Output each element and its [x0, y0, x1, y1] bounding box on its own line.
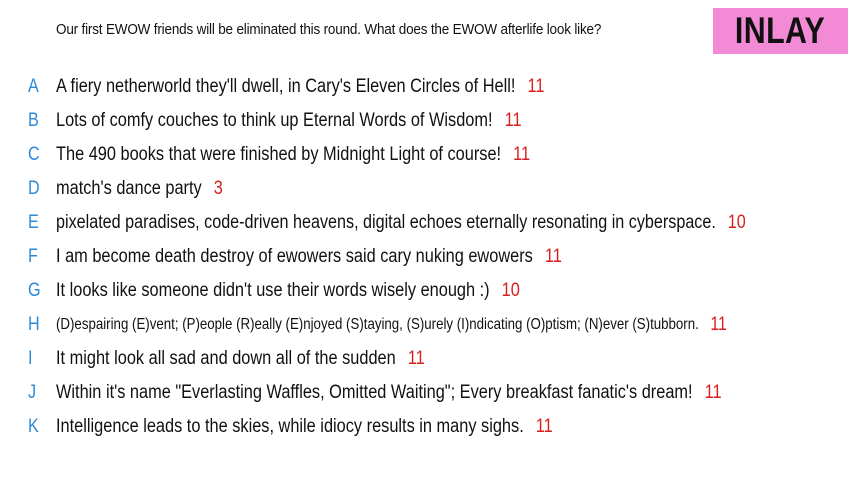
entry-text: pixelated paradises, code-driven heavens…: [56, 212, 716, 233]
entry-count: 11: [710, 314, 727, 335]
entry-letter: B: [28, 110, 39, 131]
entry-text: It looks like someone didn't use their w…: [56, 280, 490, 301]
entry-text: A fiery netherworld they'll dwell, in Ca…: [56, 76, 516, 97]
entry-count: 11: [544, 246, 562, 267]
entry-text: I am become death destroy of ewowers sai…: [56, 246, 533, 267]
entry-count: 11: [513, 144, 531, 165]
entry-letter: C: [28, 144, 40, 165]
entry-count: 11: [527, 76, 545, 97]
entry-letter: E: [28, 212, 39, 233]
entry-count: 11: [407, 348, 425, 369]
entry-count: 11: [535, 416, 553, 437]
entry-letter: F: [28, 246, 38, 267]
entry-count: 3: [213, 178, 223, 199]
prompt-text: Our first EWOW friends will be eliminate…: [56, 21, 602, 38]
entry-count: 11: [504, 110, 522, 131]
entry-text: The 490 books that were finished by Midn…: [56, 144, 502, 165]
entry-letter: A: [28, 76, 39, 97]
entry-text: Within it's name "Everlasting Waffles, O…: [56, 382, 693, 403]
entry-letter: D: [28, 178, 40, 199]
entry-letter: J: [28, 382, 37, 403]
badge: INLAY: [713, 8, 848, 54]
entry-text: match's dance party: [56, 178, 202, 199]
entry-count: 11: [704, 382, 722, 403]
entry-count: 10: [501, 280, 520, 301]
entry-letter: I: [28, 348, 33, 369]
entry-count: 10: [727, 212, 746, 233]
entry-letter: H: [28, 314, 40, 335]
entry-text: (D)espairing (E)vent; (P)eople (R)eally …: [56, 316, 699, 333]
badge-label: INLAY: [735, 10, 826, 51]
entry-text: Lots of comfy couches to think up Eterna…: [56, 110, 493, 131]
entry-text: Intelligence leads to the skies, while i…: [56, 416, 524, 437]
entry-letter: G: [28, 280, 41, 301]
entry-letter: K: [28, 416, 39, 437]
entry-text: It might look all sad and down all of th…: [56, 348, 396, 369]
